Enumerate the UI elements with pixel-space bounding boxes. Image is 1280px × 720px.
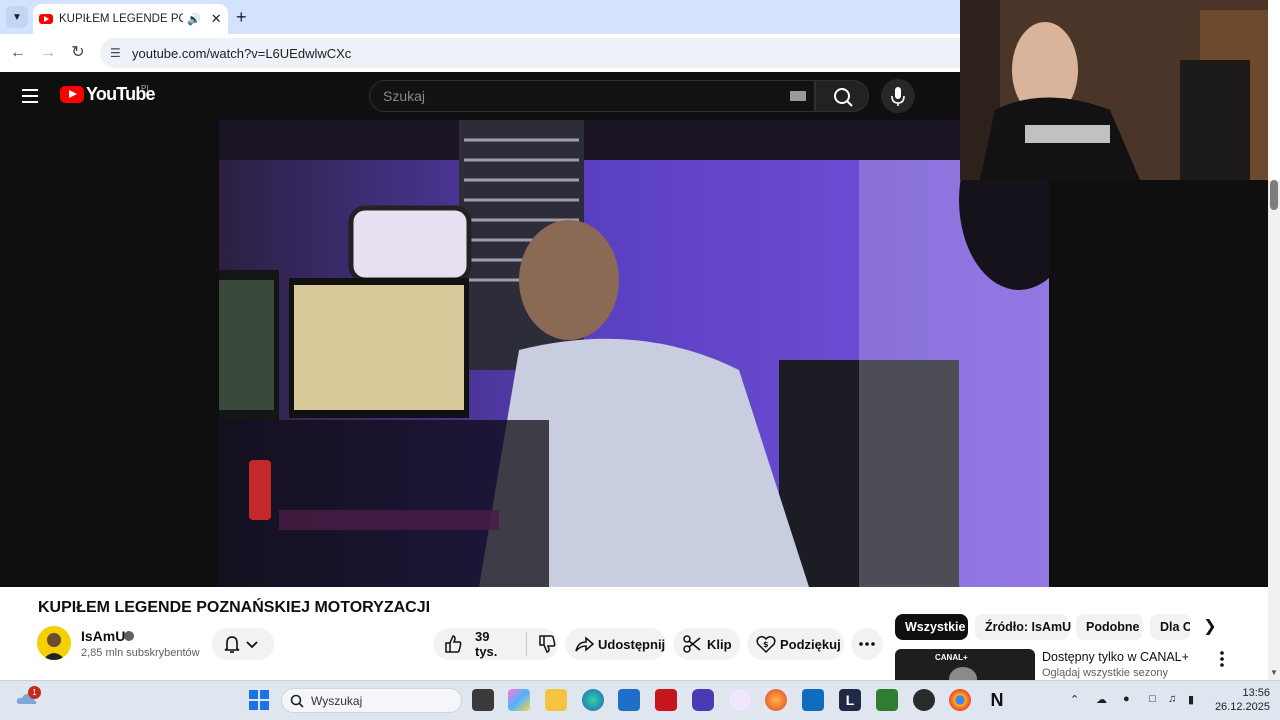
verified-icon [124,631,134,641]
tray-mic-icon[interactable]: ● [1123,693,1130,705]
close-icon[interactable]: ✕ [211,11,222,27]
youtube-play-icon [60,86,84,103]
audio-icon[interactable]: 🔊 [187,13,201,26]
subscriber-count: 2,85 mln subskrybentów [81,647,200,659]
more-horizontal-icon [859,642,875,646]
firefox-icon[interactable] [765,689,787,711]
app-flower-icon[interactable] [729,689,751,711]
browser-toolbar: ← → ↻ ☰ youtube.com/watch?v=L6UEdwlwCXc [0,34,960,72]
share-label: Udostępnij [598,636,666,652]
channel-name[interactable]: IsAmU [81,628,125,644]
tray-chevron-up-icon[interactable]: ⌃ [1070,693,1079,706]
site-info-icon[interactable]: ☰ [110,46,124,60]
n-app-icon[interactable]: N [986,689,1008,711]
search-icon [290,694,304,708]
search-placeholder: Szukaj [383,88,426,104]
back-icon[interactable]: ← [7,42,29,64]
chrome-icon[interactable] [949,689,971,711]
chevron-right-icon[interactable]: ❯ [1200,617,1220,637]
like-count[interactable]: 39 tys. [475,629,513,659]
page-scrollbar[interactable] [1268,180,1280,680]
file-explorer-icon[interactable] [545,689,567,711]
tray-volume-icon[interactable]: ♫ [1168,693,1176,705]
avatar-image [43,633,65,660]
like-icon[interactable] [442,633,464,655]
more-vertical-icon[interactable] [1216,650,1228,668]
logo-country: PL [141,84,151,93]
menu-icon[interactable] [22,89,38,103]
mcafee-icon[interactable] [655,689,677,711]
tab-dropdown-icon[interactable]: ▼ [6,6,28,28]
plus-icon[interactable]: + [236,6,247,28]
chip-all[interactable]: Wszystkie [895,614,968,640]
tray-battery-icon[interactable]: ▮ [1188,693,1194,706]
webcam-image [960,0,1268,180]
chevron-down-icon [246,641,258,649]
video-title: KUPIŁEM LEGENDE POZNAŃSKIEJ MOTORYZACJI [38,599,431,616]
l-app-icon[interactable]: L [839,689,861,711]
tray-cloud-icon[interactable]: ☁ [1096,693,1107,706]
mic-icon [891,87,905,106]
chip-related[interactable]: Podobne [1076,614,1143,640]
share-button[interactable]: Udostępnij [565,628,666,660]
taskbar [0,680,1280,720]
recommendation-subtitle: Oglądaj wszystkie sezony [1042,667,1168,679]
weather-badge: 1 [28,686,41,699]
chip-for-you[interactable]: Dla C [1150,614,1190,640]
scroll-down-icon[interactable]: ▼ [1270,668,1278,677]
webcam-overlay [960,0,1268,180]
youtube-favicon-icon [39,14,53,24]
clip-button[interactable]: Klip [673,628,740,660]
svg-text:$: $ [763,640,769,649]
keyboard-icon[interactable] [790,91,806,101]
clock-time: 13:56 [1242,687,1270,699]
obs-icon[interactable] [913,689,935,711]
reload-icon[interactable]: ↻ [67,42,89,64]
tab-title: KUPIŁEM LEGENDE POZNA [59,13,183,25]
search-icon [834,88,853,107]
video-frame-image [219,120,1049,587]
taskbar-search[interactable]: Wyszukaj [281,688,462,713]
thumb-image [949,667,977,681]
more-actions-button[interactable] [851,628,883,660]
address-bar[interactable]: ☰ youtube.com/watch?v=L6UEdwlwCXc [100,38,960,68]
nvidia-icon[interactable] [876,689,898,711]
task-view-icon[interactable] [472,689,494,711]
recommendation-thumbnail[interactable]: CANAL+ [895,649,1035,681]
copilot-icon[interactable] [508,689,530,711]
thanks-button[interactable]: $ Podziękuj [747,628,844,660]
clock-date: 26.12.2025 [1214,701,1270,713]
proton-vpn-icon[interactable] [692,689,714,711]
chip-source[interactable]: Źródło: IsAmU [975,614,1071,640]
recommendation-title[interactable]: Dostępny tylko w CANAL+ [1042,650,1189,664]
mic-button[interactable] [881,79,915,113]
search-button[interactable] [815,80,869,112]
edge-icon[interactable] [582,689,604,711]
scissors-icon [683,635,701,653]
windows-start-icon[interactable] [248,689,270,711]
dislike-icon[interactable] [536,633,558,655]
browser-tab[interactable]: KUPIŁEM LEGENDE POZNA 🔊 ✕ [33,4,228,34]
thanks-label: Podziękuj [780,636,841,652]
video-player[interactable] [219,120,1049,587]
channel-avatar[interactable] [37,626,71,660]
taskbar-search-text: Wyszukaj [311,693,363,708]
forward-icon[interactable]: → [37,42,59,64]
heart-dollar-icon: $ [756,636,776,654]
like-divider [526,632,527,656]
url-text: youtube.com/watch?v=L6UEdwlwCXc [132,45,352,61]
like-dislike-group: 39 tys. [433,628,558,660]
share-icon [575,636,595,652]
taskbar-clock[interactable]: 13:56 26.12.2025 [1214,686,1270,714]
search-input[interactable]: Szukaj [369,80,815,112]
clip-label: Klip [707,636,732,652]
bell-icon [224,636,240,653]
outlook-icon[interactable] [802,689,824,711]
store-icon[interactable] [618,689,640,711]
notification-button[interactable] [212,628,274,660]
scrollbar-thumb[interactable] [1270,180,1278,210]
tray-display-icon[interactable]: □ [1149,693,1156,705]
